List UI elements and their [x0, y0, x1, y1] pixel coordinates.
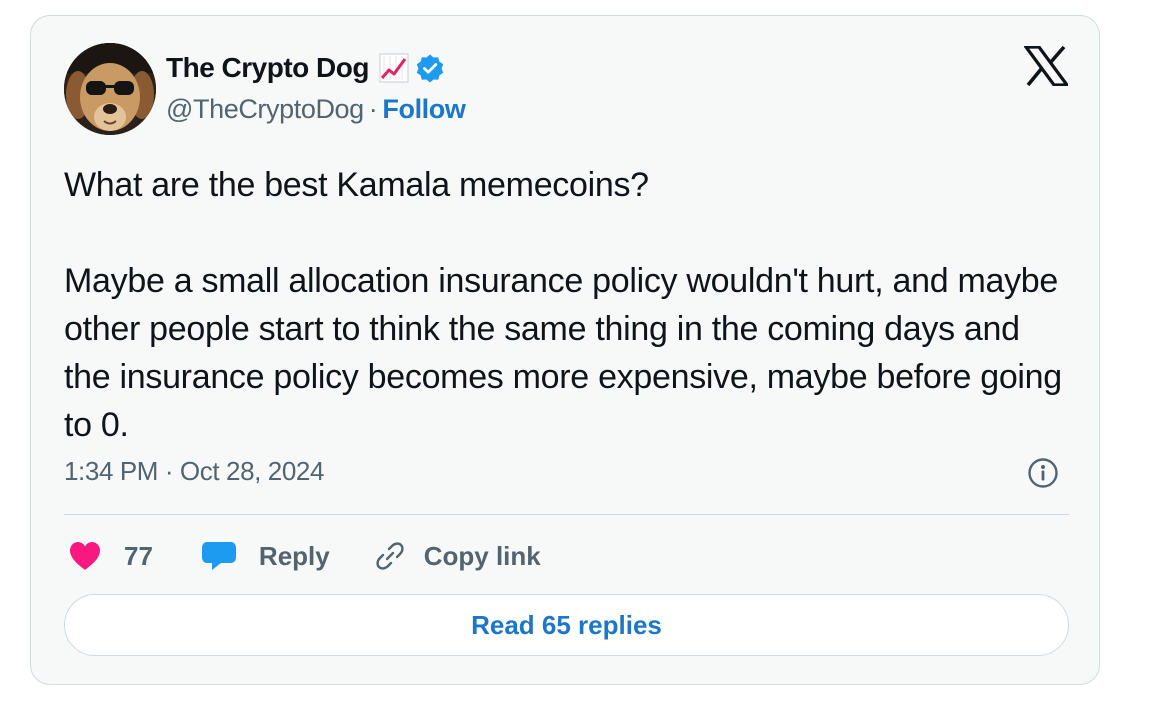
tweet-text: What are the best Kamala memecoins? Mayb… [64, 161, 1074, 449]
reply-label: Reply [258, 540, 330, 571]
x-logo-icon[interactable] [1022, 45, 1071, 87]
link-icon [376, 542, 404, 570]
separator-dot: · [368, 93, 378, 124]
info-icon[interactable] [1027, 457, 1059, 489]
heart-icon [70, 542, 100, 570]
like-button[interactable]: 77 [68, 540, 153, 572]
author-handle[interactable]: @TheCryptoDog [166, 94, 364, 125]
copy-link-button[interactable]: Copy link [374, 540, 541, 572]
tweet-paragraph: What are the best Kamala memecoins? [64, 166, 649, 204]
tweet-actions: 77 Reply Copy link [68, 536, 541, 576]
follow-button[interactable]: Follow [382, 94, 465, 125]
tweet-card: The Crypto Dog @TheCryptoDog · Follow Wh… [30, 15, 1100, 685]
divider [64, 514, 1069, 515]
tweet-timestamp[interactable]: 1:34 PM · Oct 28, 2024 [64, 456, 324, 487]
author-handle-row: @TheCryptoDog · Follow [166, 92, 466, 126]
author-display-name[interactable]: The Crypto Dog [166, 52, 370, 84]
like-count: 77 [124, 540, 153, 571]
copy-link-label: Copy link [423, 540, 541, 571]
tweet-paragraph: Maybe a small allocation insurance polic… [64, 262, 1062, 444]
chart-increasing-icon [379, 53, 409, 83]
author-name-row: The Crypto Dog [166, 49, 445, 87]
verified-badge-icon [415, 53, 445, 83]
speech-bubble-icon [201, 542, 236, 570]
avatar[interactable] [64, 43, 156, 135]
reply-button[interactable]: Reply [201, 540, 330, 572]
dog-avatar-icon [64, 43, 156, 135]
read-replies-button[interactable]: Read 65 replies [64, 594, 1069, 656]
